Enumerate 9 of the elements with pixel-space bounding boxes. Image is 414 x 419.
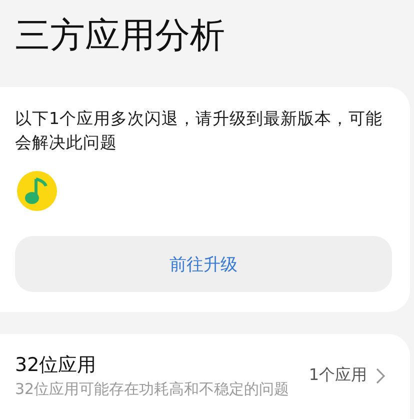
row-title: 32位应用 — [15, 353, 98, 378]
crash-message: 以下1个应用多次闪退，请升级到最新版本，可能会解决此问题 — [15, 108, 384, 154]
page-title: 三方应用分析 — [14, 15, 226, 58]
chevron-right-icon — [375, 368, 385, 384]
row-subtitle: 32位应用可能存在功耗高和不稳定的问题 — [15, 380, 290, 399]
bit32-row[interactable]: 32位应用 32位应用可能存在功耗高和不稳定的问题 1个应用 — [0, 334, 410, 419]
upgrade-button[interactable]: 前往升级 — [15, 236, 392, 292]
music-note-icon[interactable] — [15, 169, 59, 213]
app-count: 1个应用 — [308, 365, 367, 386]
